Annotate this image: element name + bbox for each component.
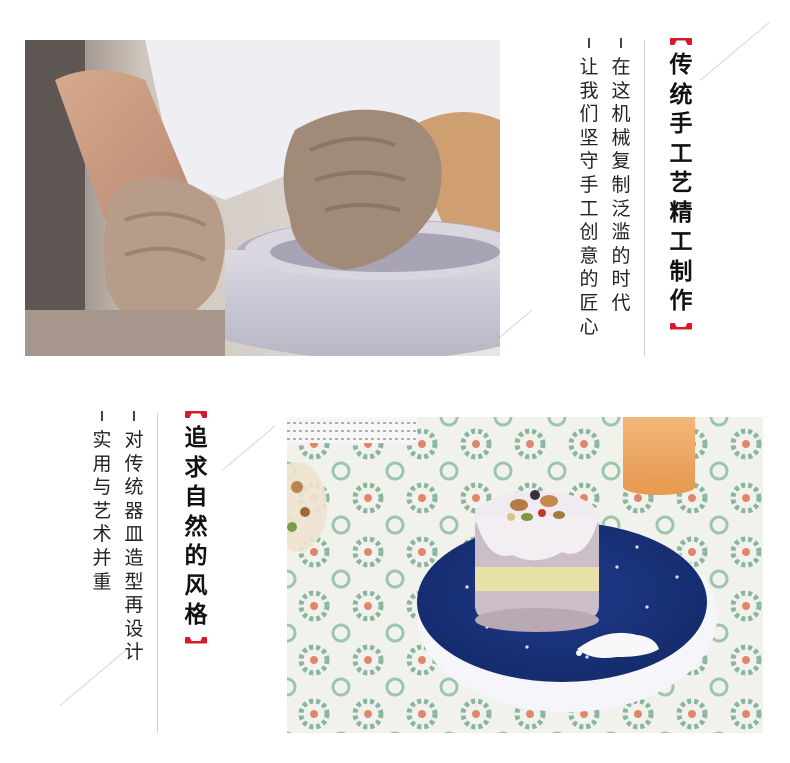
divider-line [157, 413, 158, 733]
section1-line2-char: 们 [579, 103, 599, 126]
section1-title-char: 统 [669, 81, 693, 108]
section1-title-char: 制 [669, 258, 693, 285]
section2-title-char: 自 [184, 484, 208, 510]
section1-line1: 在这机械复制泛滥的时代 [611, 38, 631, 316]
section1-title-char: 艺 [669, 170, 693, 196]
section1-line2-char: 意 [579, 244, 599, 267]
section1-line2-char: 坚 [579, 126, 599, 149]
section1-line1-char: 滥 [611, 221, 631, 244]
section1-line2-char: 我 [579, 79, 599, 102]
section1-line1-char: 机 [611, 103, 631, 126]
section1-line2: 让我们坚守手工创意的匠心 [579, 38, 599, 339]
bracket-bottom-icon [670, 322, 692, 330]
section2-title-char: 格 [184, 602, 208, 628]
section1-line2-char: 匠 [579, 291, 599, 314]
section1-line1-char: 这 [611, 79, 631, 102]
section1-line2-char: 心 [579, 315, 599, 338]
section2-line2: 实用与艺术并重 [92, 411, 112, 594]
section2-title-char: 然 [184, 513, 208, 540]
section2-line2-char: 实 [92, 429, 112, 451]
divider-line [644, 40, 645, 356]
section1-line2-char: 手 [579, 173, 599, 196]
section1-title-char: 工 [669, 229, 693, 255]
section2-line1: 对传统器皿造型再设计 [124, 411, 144, 665]
section2-line1-char: 再 [124, 594, 144, 617]
section2-line1-char: 设 [124, 617, 144, 640]
section1-line2-char: 工 [579, 197, 599, 220]
section2-title-char: 风 [184, 572, 208, 599]
section2-title-char: 的 [184, 543, 208, 569]
section1-line1-char: 代 [611, 291, 631, 314]
bracket-bottom-icon [185, 636, 207, 644]
bracket-top-icon [670, 38, 692, 45]
section2-line1-char: 传 [124, 452, 144, 475]
section1-line1-char: 械 [611, 126, 631, 149]
section1-line2-char: 守 [579, 150, 599, 173]
section2-line2-char: 与 [92, 476, 112, 499]
dash-marker [620, 38, 622, 48]
section1-line1-char: 时 [611, 268, 631, 291]
section1-title-char: 传 [669, 52, 693, 78]
section1-title-char: 精 [669, 199, 693, 226]
section1-title: 传 统 手 工 艺 精 工 制 作 [669, 38, 693, 330]
decor-line [699, 22, 770, 81]
section2-line1-char: 器 [124, 499, 144, 522]
cake-plate-photo [287, 417, 763, 733]
section2-title-char: 追 [184, 425, 208, 451]
section2-line2-char: 并 [92, 546, 112, 569]
section2-title-char: 求 [184, 454, 208, 481]
section1-line1-char: 在 [611, 56, 631, 78]
section2-line2-char: 用 [92, 452, 112, 475]
section2-line1-char: 型 [124, 570, 144, 593]
section2-line2-char: 艺 [92, 499, 112, 522]
section2-line1-char: 计 [124, 641, 144, 664]
section1-line1-char: 复 [611, 150, 631, 173]
section1-line2-char: 的 [579, 268, 599, 291]
section1-line1-char: 的 [611, 244, 631, 267]
section1-title-char: 作 [669, 288, 693, 314]
dash-marker [101, 411, 103, 421]
section1-line1-char: 泛 [611, 197, 631, 220]
section2-line2-char: 术 [92, 523, 112, 546]
section2-line2-char: 重 [92, 570, 112, 593]
bracket-top-icon [185, 411, 207, 418]
section1-title-char: 工 [669, 140, 693, 167]
section2-line1-char: 造 [124, 546, 144, 569]
dash-marker [588, 38, 590, 48]
section2-line1-char: 对 [124, 429, 144, 451]
section1-line1-char: 制 [611, 173, 631, 196]
decor-line [59, 647, 130, 706]
pottery-wheel-photo [25, 40, 500, 356]
decor-line [221, 425, 276, 471]
section1-line2-char: 让 [579, 56, 599, 78]
section1-line2-char: 创 [579, 221, 599, 244]
dash-marker [133, 411, 135, 421]
section2-line1-char: 皿 [124, 523, 144, 546]
section2-line1-char: 统 [124, 476, 144, 499]
section1-title-char: 手 [669, 111, 693, 137]
section2-title: 追 求 自 然 的 风 格 [184, 411, 208, 644]
